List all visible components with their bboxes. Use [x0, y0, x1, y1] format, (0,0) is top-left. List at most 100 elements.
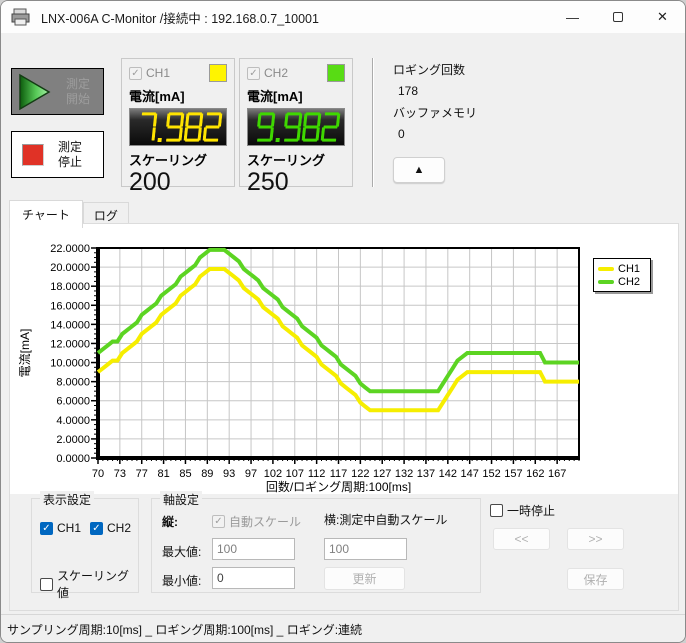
svg-text:132: 132 [395, 468, 413, 480]
scaling-value-checkbox[interactable] [40, 578, 53, 591]
measure-stop-button[interactable]: 測定停止 [11, 131, 104, 178]
svg-text:137: 137 [417, 468, 435, 480]
svg-text:73: 73 [114, 468, 126, 480]
pause-checkbox-row[interactable]: 一時停止 [490, 502, 555, 519]
stop-label-line1: 測定 [58, 140, 82, 155]
ch1-display-label: CH1 [57, 521, 81, 535]
svg-text:157: 157 [504, 468, 522, 480]
autoscale-label: 自動スケール [229, 513, 301, 530]
autoscale-checkbox[interactable] [212, 515, 225, 528]
svg-text:12.0000: 12.0000 [50, 338, 90, 350]
svg-text:77: 77 [136, 468, 148, 480]
svg-text:回数/ロギング周期:100[ms]: 回数/ロギング周期:100[ms] [266, 479, 411, 493]
channel-panel-ch1: CH1 電流[mA] スケーリング 200 [121, 58, 235, 187]
status-bar: サンプリング周期:10[ms] _ ロギング周期:100[ms] _ ロギング:… [1, 614, 685, 643]
ch1-color-swatch [209, 64, 227, 82]
tab-chart[interactable]: チャート [9, 200, 83, 228]
stop-icon [22, 144, 44, 166]
channel-panel-ch2: CH2 電流[mA] スケーリング 250 [239, 58, 353, 187]
pause-checkbox[interactable] [490, 504, 503, 517]
svg-text:127: 127 [373, 468, 391, 480]
svg-text:14.0000: 14.0000 [50, 319, 90, 331]
ch2-scaling-label: スケーリング [247, 150, 345, 169]
svg-text:93: 93 [223, 468, 235, 480]
ch1-scaling-value: 200 [129, 170, 227, 195]
logging-count-value: 178 [398, 84, 477, 98]
chart-plot: 22.000020.000018.000016.000014.000012.00… [15, 231, 663, 493]
app-window: LNX-006A C-Monitor /接続中 : 192.168.0.7_10… [0, 0, 686, 643]
start-label-line2: 開始 [66, 92, 90, 107]
status-text: サンプリング周期:10[ms] _ ロギング周期:100[ms] _ ロギング:… [7, 621, 362, 638]
legend-item-ch2: CH2 [598, 275, 646, 288]
close-button[interactable]: ✕ [640, 1, 685, 33]
ch2-display-checkbox[interactable] [90, 522, 103, 535]
back-button[interactable]: << [493, 528, 550, 550]
ch1-display-checkbox-row[interactable]: CH1 [40, 521, 81, 535]
svg-text:167: 167 [548, 468, 566, 480]
vertical-separator [372, 58, 373, 187]
svg-text:8.0000: 8.0000 [56, 377, 90, 389]
app-icon [11, 8, 31, 26]
ch1-enable-checkbox[interactable] [129, 67, 142, 80]
svg-text:97: 97 [245, 468, 257, 480]
ch1-display-checkbox[interactable] [40, 522, 53, 535]
update-button[interactable]: 更新 [324, 567, 405, 590]
horizontal-scale-input[interactable] [324, 538, 407, 560]
min-value-label: 最小値: [162, 572, 201, 589]
autoscale-checkbox-row[interactable]: 自動スケール [212, 513, 301, 530]
svg-text:18.0000: 18.0000 [50, 281, 90, 293]
svg-text:142: 142 [439, 468, 457, 480]
ch2-line-sample [598, 280, 614, 284]
svg-text:70: 70 [92, 468, 104, 480]
measure-start-button[interactable]: 測定開始 [11, 68, 104, 115]
ch1-current-label: 電流[mA] [129, 86, 227, 105]
svg-text:152: 152 [482, 468, 500, 480]
svg-text:117: 117 [330, 468, 348, 480]
up-triangle-icon: ▲ [414, 164, 425, 176]
forward-button[interactable]: >> [567, 528, 624, 550]
ch2-display-checkbox-row[interactable]: CH2 [90, 521, 131, 535]
svg-text:81: 81 [157, 468, 169, 480]
svg-text:4.0000: 4.0000 [56, 415, 90, 427]
start-label-line1: 測定 [66, 77, 90, 92]
ch1-scaling-label: スケーリング [129, 150, 227, 169]
window-title: LNX-006A C-Monitor /接続中 : 192.168.0.7_10… [41, 8, 319, 27]
scaling-value-label: スケーリング値 [57, 567, 138, 601]
ch2-label: CH2 [264, 66, 327, 80]
svg-text:162: 162 [526, 468, 544, 480]
logging-count-label: ロギング回数 [393, 61, 477, 78]
ch2-scaling-value: 250 [247, 170, 345, 195]
min-value-input[interactable] [212, 567, 295, 589]
stop-label-line2: 停止 [58, 155, 82, 170]
horizontal-axis-label: 横:測定中自動スケール [324, 511, 447, 528]
ch2-display-label: CH2 [107, 521, 131, 535]
svg-text:122: 122 [351, 468, 369, 480]
vertical-axis-label: 縦: [162, 513, 178, 530]
buffer-memory-value: 0 [398, 127, 477, 141]
play-icon [18, 73, 52, 111]
minimize-button[interactable]: — [550, 1, 595, 33]
max-value-label: 最大値: [162, 543, 201, 560]
max-value-input[interactable] [212, 538, 295, 560]
ch2-enable-checkbox[interactable] [247, 67, 260, 80]
svg-text:16.0000: 16.0000 [50, 300, 90, 312]
maximize-button[interactable] [595, 1, 640, 33]
svg-text:85: 85 [179, 468, 191, 480]
ch2-seven-segment-display [247, 108, 345, 146]
svg-text:2.0000: 2.0000 [56, 434, 90, 446]
legend-label-ch2: CH2 [618, 276, 640, 288]
svg-text:89: 89 [201, 468, 213, 480]
svg-text:107: 107 [286, 468, 304, 480]
save-button[interactable]: 保存 [567, 568, 624, 590]
maximize-icon [613, 12, 623, 22]
expand-button[interactable]: ▲ [393, 157, 445, 183]
svg-text:147: 147 [461, 468, 479, 480]
ch1-seven-segment-display [129, 108, 227, 146]
svg-text:20.0000: 20.0000 [50, 262, 90, 274]
scaling-checkbox-row[interactable]: スケーリング値 [40, 567, 138, 601]
logging-info: ロギング回数 178 バッファメモリ 0 [393, 61, 477, 147]
svg-text:112: 112 [308, 468, 326, 480]
buffer-memory-label: バッファメモリ [393, 104, 477, 121]
display-settings-title: 表示設定 [40, 491, 94, 508]
chart-area: 22.000020.000018.000016.000014.000012.00… [10, 224, 678, 494]
